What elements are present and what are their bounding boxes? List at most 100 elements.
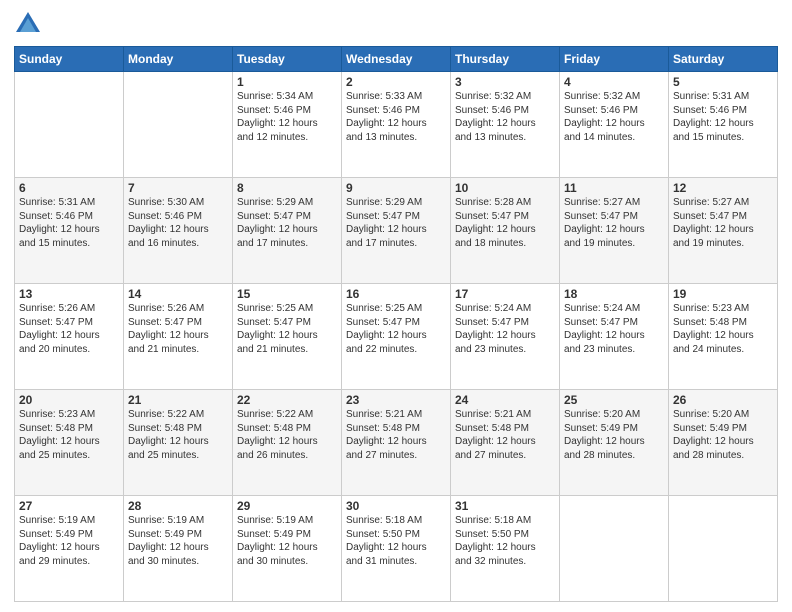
day-info: Sunrise: 5:19 AMSunset: 5:49 PMDaylight:… [128, 514, 228, 568]
day-info: Sunrise: 5:18 AMSunset: 5:50 PMDaylight:… [455, 514, 555, 568]
calendar-cell: 4Sunrise: 5:32 AMSunset: 5:46 PMDaylight… [560, 72, 669, 178]
day-number: 15 [237, 287, 337, 301]
logo [14, 10, 46, 38]
day-info: Sunrise: 5:20 AMSunset: 5:49 PMDaylight:… [564, 408, 664, 462]
col-header-sunday: Sunday [15, 47, 124, 72]
day-info: Sunrise: 5:32 AMSunset: 5:46 PMDaylight:… [455, 90, 555, 144]
week-row-3: 13Sunrise: 5:26 AMSunset: 5:47 PMDayligh… [15, 284, 778, 390]
calendar-cell: 27Sunrise: 5:19 AMSunset: 5:49 PMDayligh… [15, 496, 124, 602]
day-number: 4 [564, 75, 664, 89]
calendar-cell: 1Sunrise: 5:34 AMSunset: 5:46 PMDaylight… [233, 72, 342, 178]
day-info: Sunrise: 5:26 AMSunset: 5:47 PMDaylight:… [128, 302, 228, 356]
calendar-cell [669, 496, 778, 602]
day-info: Sunrise: 5:26 AMSunset: 5:47 PMDaylight:… [19, 302, 119, 356]
col-header-thursday: Thursday [451, 47, 560, 72]
col-header-wednesday: Wednesday [342, 47, 451, 72]
day-info: Sunrise: 5:31 AMSunset: 5:46 PMDaylight:… [19, 196, 119, 250]
day-info: Sunrise: 5:34 AMSunset: 5:46 PMDaylight:… [237, 90, 337, 144]
day-info: Sunrise: 5:19 AMSunset: 5:49 PMDaylight:… [19, 514, 119, 568]
logo-icon [14, 10, 42, 38]
day-info: Sunrise: 5:30 AMSunset: 5:46 PMDaylight:… [128, 196, 228, 250]
calendar-cell: 7Sunrise: 5:30 AMSunset: 5:46 PMDaylight… [124, 178, 233, 284]
day-number: 14 [128, 287, 228, 301]
day-number: 5 [673, 75, 773, 89]
day-number: 25 [564, 393, 664, 407]
week-row-1: 1Sunrise: 5:34 AMSunset: 5:46 PMDaylight… [15, 72, 778, 178]
day-info: Sunrise: 5:27 AMSunset: 5:47 PMDaylight:… [564, 196, 664, 250]
day-info: Sunrise: 5:29 AMSunset: 5:47 PMDaylight:… [237, 196, 337, 250]
day-number: 27 [19, 499, 119, 513]
day-number: 6 [19, 181, 119, 195]
day-number: 8 [237, 181, 337, 195]
day-number: 30 [346, 499, 446, 513]
calendar-header: SundayMondayTuesdayWednesdayThursdayFrid… [15, 47, 778, 72]
day-info: Sunrise: 5:29 AMSunset: 5:47 PMDaylight:… [346, 196, 446, 250]
day-number: 11 [564, 181, 664, 195]
calendar-cell: 11Sunrise: 5:27 AMSunset: 5:47 PMDayligh… [560, 178, 669, 284]
day-info: Sunrise: 5:21 AMSunset: 5:48 PMDaylight:… [455, 408, 555, 462]
col-header-friday: Friday [560, 47, 669, 72]
day-number: 9 [346, 181, 446, 195]
calendar-cell: 19Sunrise: 5:23 AMSunset: 5:48 PMDayligh… [669, 284, 778, 390]
week-row-5: 27Sunrise: 5:19 AMSunset: 5:49 PMDayligh… [15, 496, 778, 602]
calendar-cell: 31Sunrise: 5:18 AMSunset: 5:50 PMDayligh… [451, 496, 560, 602]
calendar-cell: 18Sunrise: 5:24 AMSunset: 5:47 PMDayligh… [560, 284, 669, 390]
day-info: Sunrise: 5:23 AMSunset: 5:48 PMDaylight:… [673, 302, 773, 356]
calendar-cell: 3Sunrise: 5:32 AMSunset: 5:46 PMDaylight… [451, 72, 560, 178]
day-number: 31 [455, 499, 555, 513]
calendar-cell: 9Sunrise: 5:29 AMSunset: 5:47 PMDaylight… [342, 178, 451, 284]
calendar-cell: 23Sunrise: 5:21 AMSunset: 5:48 PMDayligh… [342, 390, 451, 496]
day-info: Sunrise: 5:20 AMSunset: 5:49 PMDaylight:… [673, 408, 773, 462]
day-number: 24 [455, 393, 555, 407]
day-info: Sunrise: 5:32 AMSunset: 5:46 PMDaylight:… [564, 90, 664, 144]
col-header-monday: Monday [124, 47, 233, 72]
day-number: 1 [237, 75, 337, 89]
calendar-cell [15, 72, 124, 178]
header [14, 10, 778, 38]
calendar-cell: 29Sunrise: 5:19 AMSunset: 5:49 PMDayligh… [233, 496, 342, 602]
day-info: Sunrise: 5:23 AMSunset: 5:48 PMDaylight:… [19, 408, 119, 462]
day-number: 19 [673, 287, 773, 301]
day-number: 26 [673, 393, 773, 407]
day-info: Sunrise: 5:33 AMSunset: 5:46 PMDaylight:… [346, 90, 446, 144]
day-info: Sunrise: 5:28 AMSunset: 5:47 PMDaylight:… [455, 196, 555, 250]
calendar-cell: 5Sunrise: 5:31 AMSunset: 5:46 PMDaylight… [669, 72, 778, 178]
calendar-cell: 30Sunrise: 5:18 AMSunset: 5:50 PMDayligh… [342, 496, 451, 602]
day-number: 3 [455, 75, 555, 89]
day-number: 21 [128, 393, 228, 407]
day-info: Sunrise: 5:24 AMSunset: 5:47 PMDaylight:… [564, 302, 664, 356]
day-number: 29 [237, 499, 337, 513]
calendar-cell: 16Sunrise: 5:25 AMSunset: 5:47 PMDayligh… [342, 284, 451, 390]
header-row: SundayMondayTuesdayWednesdayThursdayFrid… [15, 47, 778, 72]
day-info: Sunrise: 5:24 AMSunset: 5:47 PMDaylight:… [455, 302, 555, 356]
calendar-cell: 22Sunrise: 5:22 AMSunset: 5:48 PMDayligh… [233, 390, 342, 496]
calendar-cell: 28Sunrise: 5:19 AMSunset: 5:49 PMDayligh… [124, 496, 233, 602]
calendar: SundayMondayTuesdayWednesdayThursdayFrid… [14, 46, 778, 602]
day-number: 28 [128, 499, 228, 513]
day-info: Sunrise: 5:31 AMSunset: 5:46 PMDaylight:… [673, 90, 773, 144]
calendar-cell: 24Sunrise: 5:21 AMSunset: 5:48 PMDayligh… [451, 390, 560, 496]
calendar-cell [124, 72, 233, 178]
calendar-cell: 12Sunrise: 5:27 AMSunset: 5:47 PMDayligh… [669, 178, 778, 284]
day-info: Sunrise: 5:22 AMSunset: 5:48 PMDaylight:… [237, 408, 337, 462]
day-info: Sunrise: 5:25 AMSunset: 5:47 PMDaylight:… [346, 302, 446, 356]
page: SundayMondayTuesdayWednesdayThursdayFrid… [0, 0, 792, 612]
day-info: Sunrise: 5:25 AMSunset: 5:47 PMDaylight:… [237, 302, 337, 356]
calendar-cell: 15Sunrise: 5:25 AMSunset: 5:47 PMDayligh… [233, 284, 342, 390]
calendar-cell: 14Sunrise: 5:26 AMSunset: 5:47 PMDayligh… [124, 284, 233, 390]
day-info: Sunrise: 5:22 AMSunset: 5:48 PMDaylight:… [128, 408, 228, 462]
calendar-body: 1Sunrise: 5:34 AMSunset: 5:46 PMDaylight… [15, 72, 778, 602]
day-number: 22 [237, 393, 337, 407]
day-number: 16 [346, 287, 446, 301]
col-header-tuesday: Tuesday [233, 47, 342, 72]
day-info: Sunrise: 5:27 AMSunset: 5:47 PMDaylight:… [673, 196, 773, 250]
day-number: 20 [19, 393, 119, 407]
calendar-cell: 25Sunrise: 5:20 AMSunset: 5:49 PMDayligh… [560, 390, 669, 496]
calendar-cell [560, 496, 669, 602]
day-number: 17 [455, 287, 555, 301]
calendar-cell: 20Sunrise: 5:23 AMSunset: 5:48 PMDayligh… [15, 390, 124, 496]
day-number: 2 [346, 75, 446, 89]
day-info: Sunrise: 5:19 AMSunset: 5:49 PMDaylight:… [237, 514, 337, 568]
calendar-cell: 2Sunrise: 5:33 AMSunset: 5:46 PMDaylight… [342, 72, 451, 178]
day-number: 7 [128, 181, 228, 195]
